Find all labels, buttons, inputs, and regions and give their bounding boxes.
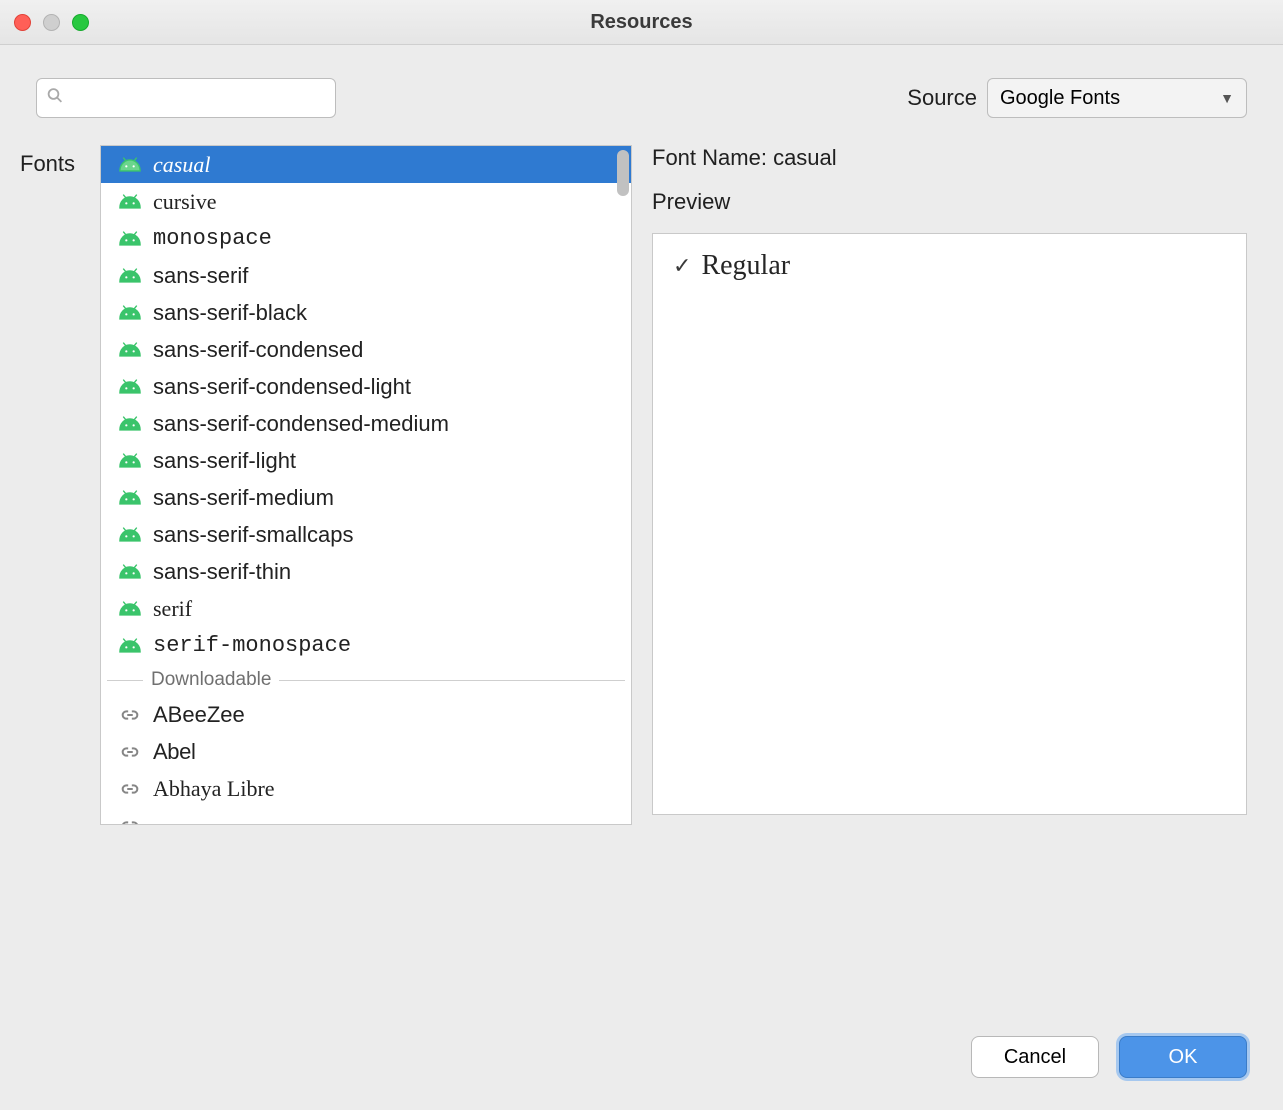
downloadable-label: Downloadable [151,669,271,691]
font-item-label: ABeeZee [153,702,245,728]
font-item-label: sans-serif-light [153,448,296,474]
font-item[interactable]: cursive [101,183,631,220]
font-item[interactable]: sans-serif-medium [101,479,631,516]
font-item[interactable]: sans-serif-condensed [101,331,631,368]
font-item-label: sans-serif-condensed [153,337,363,363]
font-item[interactable]: Abhaya Libre [101,770,631,807]
checkmark-icon: ✓ [673,253,691,279]
font-item-label: casual [153,152,210,178]
android-icon [119,600,141,617]
android-icon [119,341,141,358]
android-icon [119,230,141,247]
font-item[interactable]: sans-serif [101,257,631,294]
link-icon [119,778,141,800]
font-item[interactable]: monospace [101,220,631,257]
source-value: Google Fonts [1000,87,1120,110]
font-item-label: monospace [153,226,272,251]
font-item[interactable]: sans-serif-smallcaps [101,516,631,553]
preview-item[interactable]: ✓ Regular [673,250,1226,282]
font-item-label: Abhaya Libre [153,776,275,802]
minimize-window-icon [43,14,60,31]
toolbar: Source Google Fonts ▼ [0,45,1283,125]
left-column: Fonts casual cursive monospace sans-serif sa… [20,145,632,1002]
font-item[interactable]: sans-serif-thin [101,553,631,590]
font-list[interactable]: casual cursive monospace sans-serif sans-ser… [101,146,631,824]
font-item[interactable]: casual [101,146,631,183]
font-item-label: cursive [153,189,217,215]
main-content: Fonts casual cursive monospace sans-serif sa… [0,125,1283,1002]
font-item[interactable]: Abril Fatface [101,807,631,824]
font-item[interactable]: serif-monospace [101,627,631,664]
link-icon [119,704,141,726]
ok-button[interactable]: OK [1119,1036,1247,1078]
font-item[interactable]: Abel [101,733,631,770]
font-item-label: Abel [153,739,195,765]
scrollbar-thumb[interactable] [617,150,629,196]
android-icon [119,526,141,543]
font-item-label: sans-serif-thin [153,559,291,585]
search-field[interactable] [36,78,336,118]
android-icon [119,304,141,321]
font-item-label: Abril Fatface [153,820,278,825]
android-icon [119,415,141,432]
window-title: Resources [590,11,692,34]
source-label: Source [907,85,977,111]
font-list-container: casual cursive monospace sans-serif sans-ser… [100,145,632,825]
android-icon [119,452,141,469]
fonts-label: Fonts [20,145,100,177]
close-window-icon[interactable] [14,14,31,31]
right-column: Font Name: casual Preview ✓ Regular [652,145,1247,1002]
font-item-label: serif-monospace [153,633,351,658]
cancel-button[interactable]: Cancel [971,1036,1099,1078]
android-icon [119,637,141,654]
zoom-window-icon[interactable] [72,14,89,31]
font-item[interactable]: ABeeZee [101,696,631,733]
search-input[interactable] [36,78,336,118]
android-icon [119,156,141,173]
font-item-label: sans-serif-smallcaps [153,522,354,548]
font-item-label: sans-serif-condensed-medium [153,411,449,437]
preview-box: ✓ Regular [652,233,1247,815]
font-item-label: sans-serif-black [153,300,307,326]
window-controls [0,14,89,31]
android-icon [119,563,141,580]
font-item[interactable]: sans-serif-condensed-light [101,368,631,405]
android-icon [119,267,141,284]
font-name-label: Font Name: [652,145,767,170]
font-item[interactable]: sans-serif-light [101,442,631,479]
font-item[interactable]: serif [101,590,631,627]
font-item[interactable]: sans-serif-black [101,294,631,331]
android-icon [119,193,141,210]
font-name-line: Font Name: casual [652,145,1247,171]
font-item-label: sans-serif-condensed-light [153,374,411,400]
android-icon [119,489,141,506]
preview-text: Regular [701,250,790,282]
downloadable-separator: Downloadable [101,664,631,696]
font-name-value: casual [773,145,837,170]
dialog-footer: Cancel OK [0,1002,1283,1110]
link-icon [119,815,141,825]
font-item-label: sans-serif-medium [153,485,334,511]
font-item-label: sans-serif [153,263,248,289]
android-icon [119,378,141,395]
titlebar: Resources [0,0,1283,45]
chevron-down-icon: ▼ [1220,90,1234,106]
preview-label: Preview [652,189,1247,215]
search-icon [46,87,64,110]
resources-dialog: Resources Source Google Fonts ▼ Fonts ca… [0,0,1283,1110]
font-item-label: serif [153,596,192,622]
source-select[interactable]: Google Fonts ▼ [987,78,1247,118]
link-icon [119,741,141,763]
font-item[interactable]: sans-serif-condensed-medium [101,405,631,442]
